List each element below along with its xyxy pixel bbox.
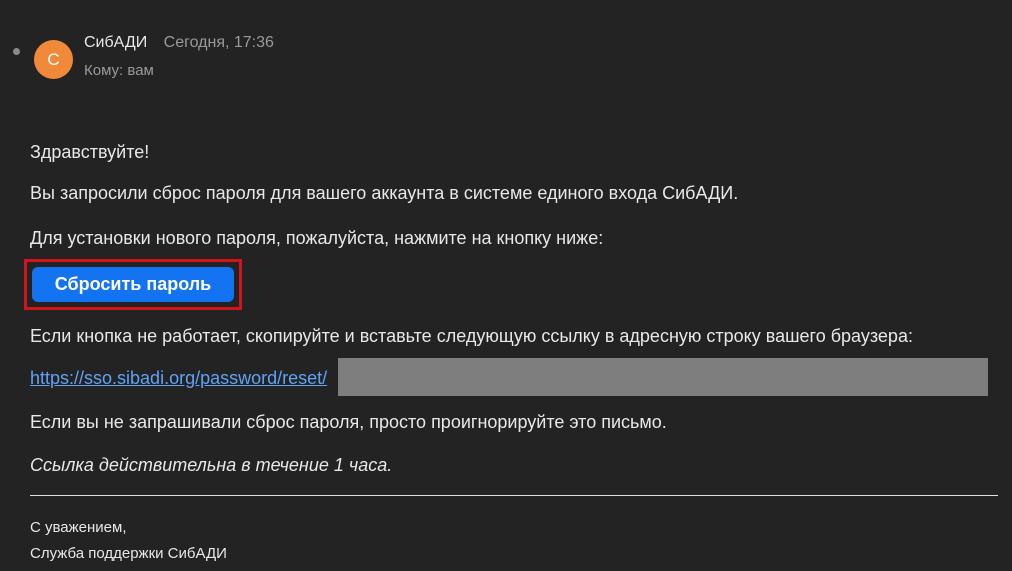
reset-password-button[interactable]: Сбросить пароль [32,267,234,302]
request-text: Вы запросили сброс пароля для вашего акк… [30,183,739,203]
avatar-letter: С [47,50,60,69]
signature-divider [30,495,998,496]
signature-team: Служба поддержки СибАДИ [30,545,227,562]
sender-line: СибАДИ Сегодня, 17:36 [84,34,274,52]
unread-indicator-dot [13,48,20,55]
instruction-text: Для установки нового пароля, пожалуйста,… [30,228,604,248]
sender-name[interactable]: СибАДИ [84,34,147,51]
ignore-text: Если вы не запрашивали сброс пароля, про… [30,412,667,432]
recipient-line[interactable]: Кому: вам [84,62,154,79]
validity-text: Ссылка действительна в течение 1 часа. [30,455,393,475]
reset-button-highlight: Сбросить пароль [24,259,242,310]
message-time: Сегодня, 17:36 [163,34,274,51]
greeting-text: Здравствуйте! [30,142,150,162]
sender-avatar: С [34,40,73,79]
reset-password-link[interactable]: https://sso.sibadi.org/password/reset/ [30,368,327,389]
redacted-token-block [338,358,988,396]
fallback-text: Если кнопка не работает, скопируйте и вс… [30,326,913,346]
signature-greeting: С уважением, [30,519,127,536]
reset-link-row: https://sso.sibadi.org/password/reset/ [30,358,990,396]
